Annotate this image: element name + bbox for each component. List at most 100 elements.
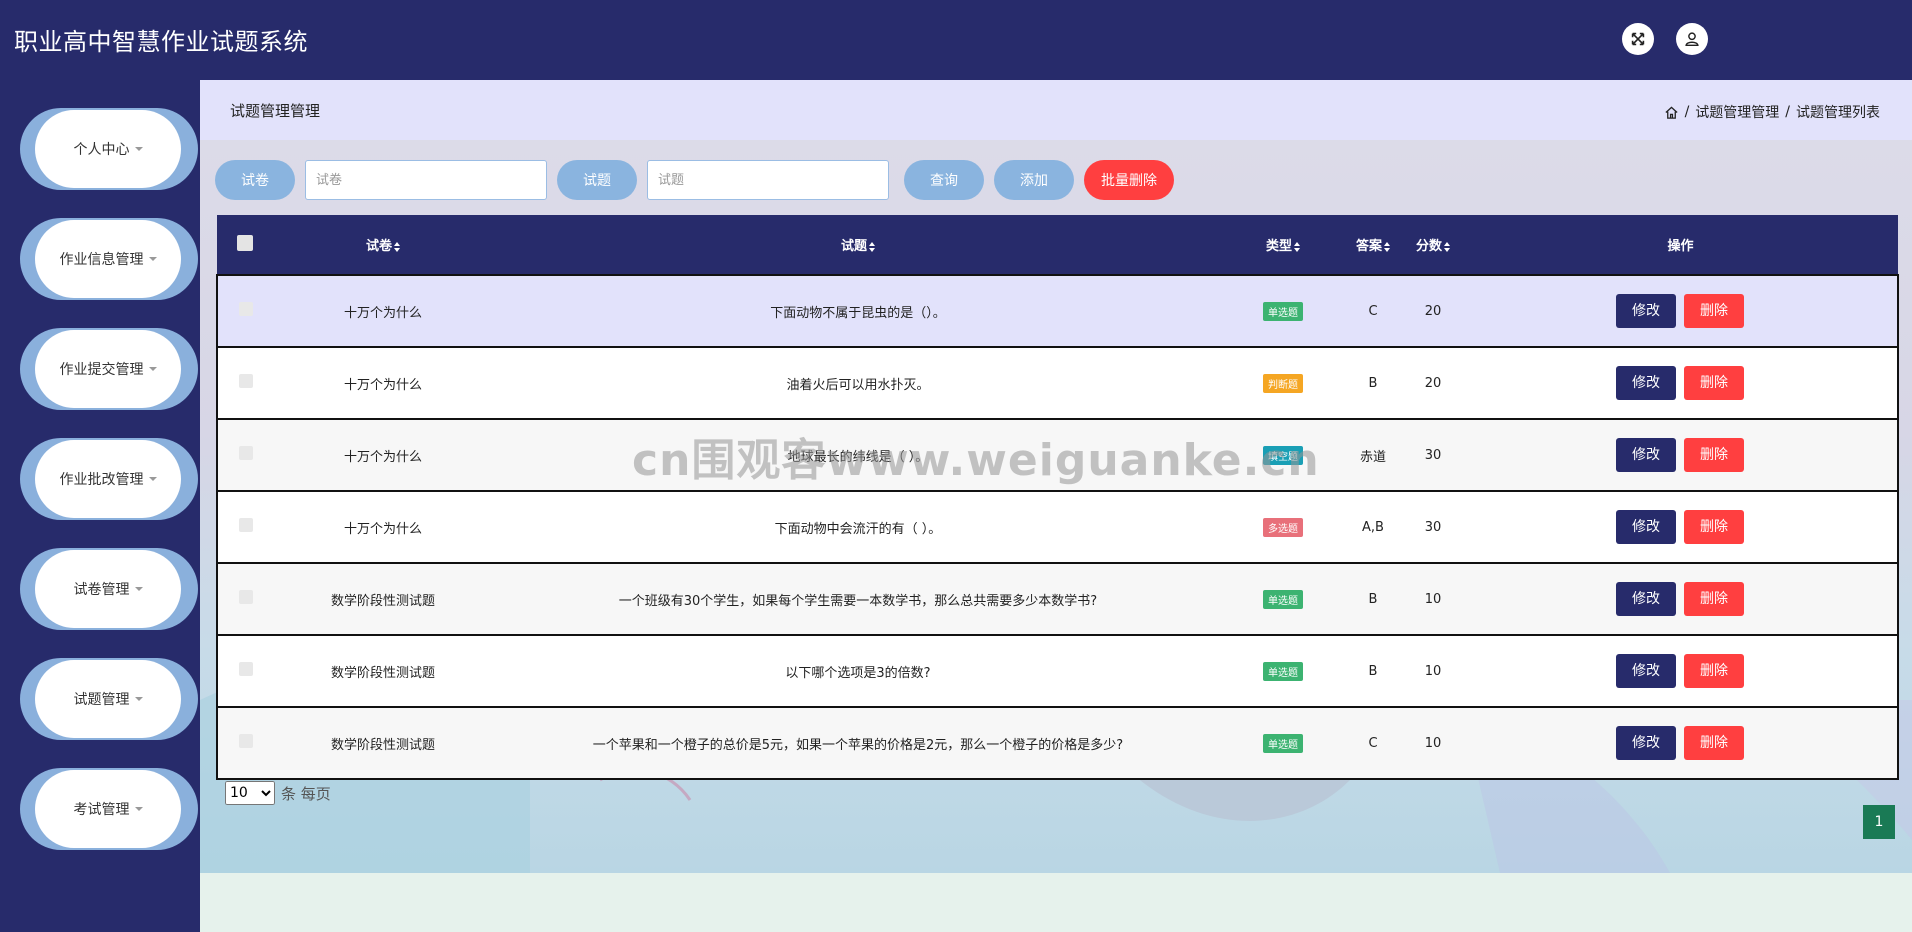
cell-score: 20 xyxy=(1424,303,1442,319)
table-row[interactable]: 十万个为什么 地球最长的纬线是（ ）。 填空题 赤道 30 修改 删除 xyxy=(217,419,1898,491)
table-row[interactable]: 十万个为什么 下面动物不属于昆虫的是（）。 单选题 C 20 修改 删除 xyxy=(217,275,1898,347)
edit-button[interactable]: 修改 xyxy=(1616,510,1676,544)
cell-answer: B xyxy=(1368,591,1378,607)
edit-button[interactable]: 修改 xyxy=(1616,582,1676,616)
cell-question: 以下哪个选项是3的倍数? xyxy=(785,665,931,681)
column-header-type[interactable]: 类型 xyxy=(1223,215,1343,275)
row-checkbox[interactable] xyxy=(238,662,253,676)
column-header-actions: 操作 xyxy=(1667,239,1694,254)
breadcrumb-separator: / xyxy=(1785,104,1790,120)
sort-icon[interactable] xyxy=(1444,241,1450,252)
cell-score: 30 xyxy=(1424,519,1442,535)
column-header-score[interactable]: 分数 xyxy=(1403,215,1463,275)
breadcrumb-item[interactable]: 试题管理管理 xyxy=(1695,102,1779,122)
edit-button[interactable]: 修改 xyxy=(1616,294,1676,328)
caret-down-icon xyxy=(134,697,143,701)
delete-button[interactable]: 删除 xyxy=(1684,726,1744,760)
type-badge: 多选题 xyxy=(1263,517,1303,537)
column-header-question[interactable]: 试题 xyxy=(493,215,1223,275)
edit-button[interactable]: 修改 xyxy=(1616,366,1676,400)
column-header-answer[interactable]: 答案 xyxy=(1343,215,1403,275)
caret-down-icon xyxy=(148,367,157,371)
page-size-suffix: 条 每页 xyxy=(281,784,331,803)
sort-icon[interactable] xyxy=(1384,241,1390,252)
cell-question: 地球最长的纬线是（ ）。 xyxy=(787,449,929,465)
table-row[interactable]: 数学阶段性测试题 一个班级有30个学生，如果每个学生需要一本数学书，那么总共需要… xyxy=(217,563,1898,635)
delete-button[interactable]: 删除 xyxy=(1684,294,1744,328)
sort-icon[interactable] xyxy=(1294,241,1300,252)
caret-down-icon xyxy=(134,807,143,811)
sidebar-item-paper-management[interactable]: 试卷管理 xyxy=(20,548,198,630)
table-row[interactable]: 十万个为什么 油着火后可以用水扑灭。 判断题 B 20 修改 删除 xyxy=(217,347,1898,419)
sidebar-item-label: 作业批改管理 xyxy=(59,472,144,488)
type-badge: 判断题 xyxy=(1263,373,1303,393)
row-checkbox[interactable] xyxy=(238,302,253,316)
cell-paper: 十万个为什么 xyxy=(343,449,422,465)
add-button[interactable]: 添加 xyxy=(994,160,1074,200)
edit-button[interactable]: 修改 xyxy=(1616,654,1676,688)
cell-question: 油着火后可以用水扑灭。 xyxy=(786,377,930,393)
row-checkbox[interactable] xyxy=(238,734,253,748)
sidebar-item-homework-submit[interactable]: 作业提交管理 xyxy=(20,328,198,410)
row-checkbox[interactable] xyxy=(238,590,253,604)
page-size-control: 10 条 每页 xyxy=(225,781,331,805)
app-title: 职业高中智慧作业试题系统 xyxy=(14,28,308,56)
caret-down-icon xyxy=(134,147,143,151)
cell-answer: C xyxy=(1368,303,1378,319)
sidebar-item-personal-center[interactable]: 个人中心 xyxy=(20,108,198,190)
breadcrumb-separator: / xyxy=(1684,104,1690,120)
delete-button[interactable]: 删除 xyxy=(1684,510,1744,544)
delete-button[interactable]: 删除 xyxy=(1684,654,1744,688)
sort-icon[interactable] xyxy=(869,241,875,252)
cell-score: 10 xyxy=(1424,591,1442,607)
user-icon[interactable] xyxy=(1676,23,1708,55)
breadcrumb-item: 试题管理列表 xyxy=(1796,105,1880,121)
sidebar-item-homework-grading[interactable]: 作业批改管理 xyxy=(20,438,198,520)
page-button-current[interactable]: 1 xyxy=(1863,805,1895,839)
sidebar-item-question-management[interactable]: 试题管理 xyxy=(20,658,198,740)
column-header-paper[interactable]: 试卷 xyxy=(273,215,493,275)
cell-paper: 十万个为什么 xyxy=(343,377,422,393)
delete-button[interactable]: 删除 xyxy=(1684,366,1744,400)
sidebar-item-exam-management[interactable]: 考试管理 xyxy=(20,768,198,850)
paper-label: 试卷 xyxy=(215,160,295,200)
cell-score: 30 xyxy=(1424,447,1442,463)
question-search-input[interactable] xyxy=(647,160,889,200)
delete-button[interactable]: 删除 xyxy=(1684,582,1744,616)
sidebar-item-label: 试卷管理 xyxy=(73,582,130,598)
cell-score: 20 xyxy=(1424,375,1442,391)
sidebar-item-label: 考试管理 xyxy=(73,802,130,818)
caret-down-icon xyxy=(134,587,143,591)
sort-icon[interactable] xyxy=(394,241,400,252)
row-checkbox[interactable] xyxy=(238,446,253,460)
question-table: 试卷 试题 类型 答案 分数 操作 十万个为什么 下面动物不属于昆虫的是（）。 … xyxy=(216,215,1898,780)
cell-paper: 数学阶段性测试题 xyxy=(330,593,435,609)
fullscreen-icon[interactable] xyxy=(1622,23,1654,55)
delete-button[interactable]: 删除 xyxy=(1684,438,1744,472)
question-label: 试题 xyxy=(557,160,637,200)
top-bar: 职业高中智慧作业试题系统 xyxy=(0,0,1912,80)
paper-search-input[interactable] xyxy=(305,160,547,200)
row-checkbox[interactable] xyxy=(238,518,253,532)
caret-down-icon xyxy=(148,257,157,261)
home-icon[interactable] xyxy=(1664,105,1679,120)
query-button[interactable]: 查询 xyxy=(904,160,984,200)
cell-score: 10 xyxy=(1424,663,1442,679)
cell-paper: 数学阶段性测试题 xyxy=(330,737,435,753)
sidebar-item-label: 试题管理 xyxy=(73,692,130,708)
table-row[interactable]: 数学阶段性测试题 一个苹果和一个橙子的总价是5元，如果一个苹果的价格是2元，那么… xyxy=(217,707,1898,779)
cell-answer: B xyxy=(1368,375,1378,391)
row-checkbox[interactable] xyxy=(238,374,253,388)
type-badge: 单选题 xyxy=(1263,301,1303,321)
edit-button[interactable]: 修改 xyxy=(1616,726,1676,760)
cell-answer: B xyxy=(1368,663,1378,679)
page-size-select[interactable]: 10 xyxy=(225,781,275,805)
table-row[interactable]: 十万个为什么 下面动物中会流汗的有（ ）。 多选题 A,B 30 修改 删除 xyxy=(217,491,1898,563)
sidebar-item-homework-info[interactable]: 作业信息管理 xyxy=(20,218,198,300)
breadcrumb: / 试题管理管理 / 试题管理列表 xyxy=(1664,102,1880,122)
batch-delete-button[interactable]: 批量删除 xyxy=(1084,160,1174,200)
select-all-checkbox[interactable] xyxy=(237,234,253,251)
cell-answer: A,B xyxy=(1362,519,1384,535)
table-row[interactable]: 数学阶段性测试题 以下哪个选项是3的倍数? 单选题 B 10 修改 删除 xyxy=(217,635,1898,707)
edit-button[interactable]: 修改 xyxy=(1616,438,1676,472)
